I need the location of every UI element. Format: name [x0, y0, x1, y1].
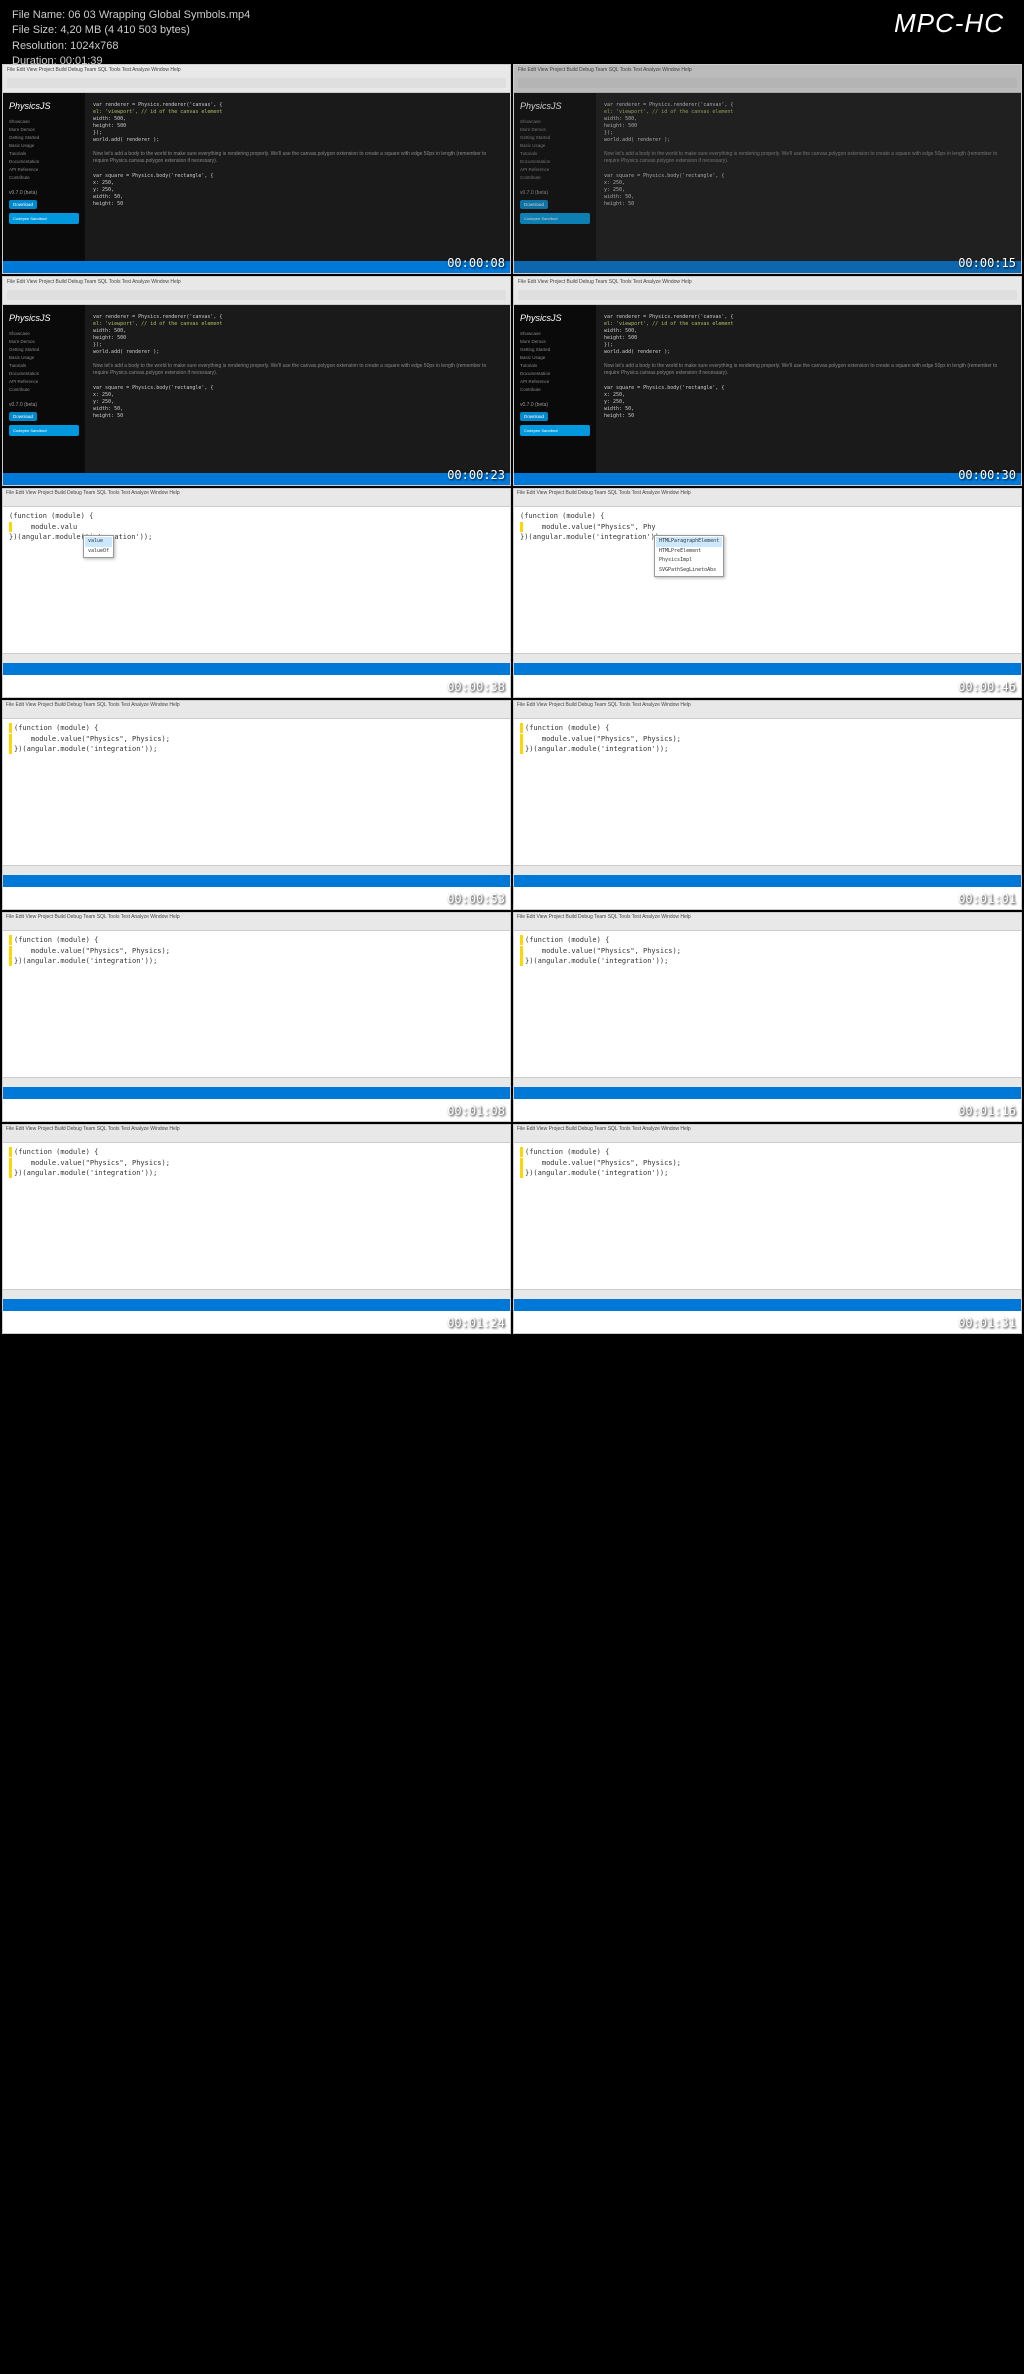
thumbnail[interactable]: File Edit View Project Build Debug Team … [2, 700, 511, 910]
thumbnail[interactable]: File Edit View Project Build Debug Team … [513, 700, 1022, 910]
thumbnail[interactable]: File Edit View Project Build Debug Team … [513, 488, 1022, 698]
timestamp: 00:00:15 [958, 256, 1016, 270]
ide-menu: File Edit View Project Build Debug Team … [3, 489, 510, 507]
timestamp: 00:01:08 [447, 1104, 505, 1118]
thumb-cell: File Edit View Project Build Debug Team … [513, 700, 1022, 910]
thumbnail[interactable]: File Edit View Project Build Debug Team … [513, 912, 1022, 1122]
physicsjs-sidebar: PhysicsJS Showcase More Demos Getting St… [3, 93, 85, 261]
thumb-cell: File Edit View Project Build Debug Team … [513, 488, 1022, 698]
timestamp: 00:00:38 [447, 680, 505, 694]
timestamp: 00:00:46 [958, 680, 1016, 694]
thumbnail[interactable]: File Edit View Project Build Debug Team … [513, 64, 1022, 274]
download-button[interactable]: Download [9, 200, 37, 209]
file-name: 06 03 Wrapping Global Symbols.mp4 [68, 9, 250, 21]
timestamp: 00:01:31 [958, 1316, 1016, 1330]
timestamp: 00:00:53 [447, 892, 505, 906]
code-editor[interactable]: (function (module) { module.valu value v… [3, 507, 510, 547]
thumbnail[interactable]: File Edit View Project Build Debug Team … [2, 1124, 511, 1334]
thumbnail[interactable]: File Edit View Project Build Debug Team … [2, 64, 511, 274]
mpc-header: File Name: 06 03 Wrapping Global Symbols… [0, 0, 1024, 62]
thumb-cell: File Edit View Project Build Debug Team … [2, 700, 511, 910]
thumb-cell: File Edit View Project Build Debug Team … [513, 64, 1022, 274]
thumb-cell: File Edit View Project Build Debug Team … [2, 1124, 511, 1334]
thumb-cell: File Edit View Project Build Debug Team … [2, 276, 511, 486]
thumb-cell: File Edit View Project Build Debug Team … [513, 912, 1022, 1122]
thumb-cell: File Edit View Project Build Debug Team … [2, 912, 511, 1122]
thumbnail[interactable]: File Edit View Project Build Debug Team … [2, 276, 511, 486]
timestamp: 00:00:30 [958, 468, 1016, 482]
thumb-cell: File Edit View Project Build Debug Team … [513, 1124, 1022, 1334]
taskbar [3, 261, 510, 273]
thumb-cell: File Edit View Project Build Debug Team … [513, 276, 1022, 486]
file-metadata: File Name: 06 03 Wrapping Global Symbols… [12, 8, 250, 54]
thumb-cell: File Edit View Project Build Debug Team … [2, 488, 511, 698]
app-logo: MPC-HC [894, 8, 1012, 54]
code-content: var renderer = Physics.renderer('canvas'… [85, 93, 510, 261]
timestamp: 00:01:16 [958, 1104, 1016, 1118]
thumbnail[interactable]: File Edit View Project Build Debug Team … [2, 488, 511, 698]
autocomplete-popup[interactable]: value valueOf [83, 535, 114, 558]
code-editor[interactable]: (function (module) { module.value("Physi… [3, 719, 510, 759]
timestamp: 00:00:08 [447, 256, 505, 270]
autocomplete-popup[interactable]: HTMLParagraphElement HTMLPreElement Phys… [654, 535, 724, 577]
code-editor[interactable]: (function (module) { module.value("Physi… [514, 507, 1021, 547]
thumbnail[interactable]: File Edit View Project Build Debug Team … [513, 1124, 1022, 1334]
thumbnail-grid: File Edit View Project Build Debug Team … [0, 62, 1024, 1336]
thumbnail[interactable]: File Edit View Project Build Debug Team … [513, 276, 1022, 486]
timestamp: 00:01:24 [447, 1316, 505, 1330]
thumb-cell: File Edit View Project Build Debug Team … [2, 64, 511, 274]
codepen-button[interactable]: Codepen Sandbox! [9, 213, 79, 224]
thumbnail[interactable]: File Edit View Project Build Debug Team … [2, 912, 511, 1122]
timestamp: 00:01:01 [958, 892, 1016, 906]
file-size: 4,20 MB (4 410 503 bytes) [60, 24, 190, 36]
resolution: 1024x768 [70, 40, 118, 52]
browser-chrome: File Edit View Project Build Debug Team … [3, 65, 510, 93]
timestamp: 00:00:23 [447, 468, 505, 482]
